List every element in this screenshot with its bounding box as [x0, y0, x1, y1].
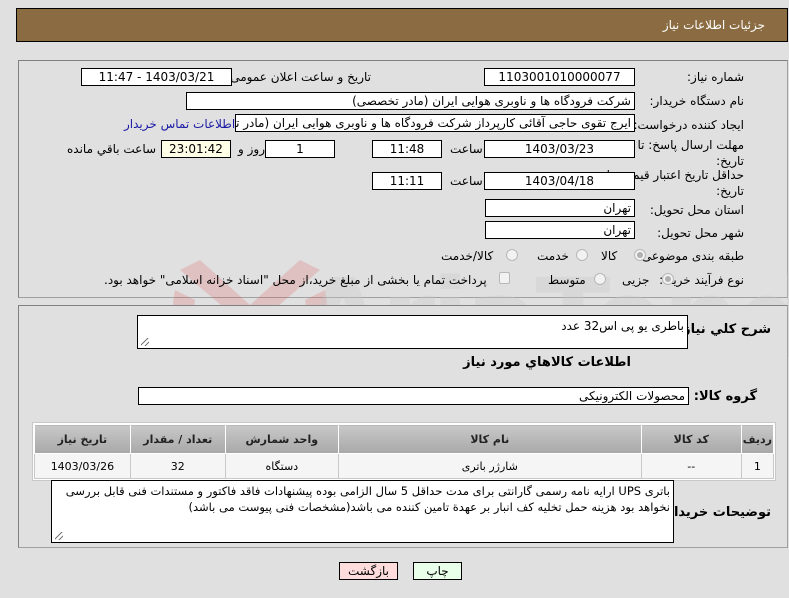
- category-radio-goods-service[interactable]: [506, 249, 518, 261]
- page-header: جزئیات اطلاعات نیاز: [16, 8, 788, 42]
- print-button[interactable]: چاپ: [413, 562, 462, 580]
- resize-grip-icon[interactable]: [141, 338, 149, 346]
- col-qty: تعداد / مقدار: [129, 424, 226, 454]
- need-number-label: شماره نیاز:: [687, 70, 744, 84]
- province-field: تهران: [485, 199, 635, 217]
- category-option-service: خدمت: [537, 249, 569, 263]
- buyer-notes-textarea[interactable]: باتری UPS ارایه نامه رسمی گارانتی برای م…: [51, 480, 674, 543]
- cell-date: 1403/03/26: [34, 453, 131, 479]
- need-number-field: 1103001010000077: [484, 68, 635, 86]
- reply-deadline-label: مهلت ارسال پاسخ: تا: [637, 138, 744, 152]
- buyer-notes-label: توضیحات خریدار:: [661, 505, 771, 520]
- description-label: شرح کلي نياز:: [677, 322, 771, 337]
- treasury-note: پرداخت تمام یا بخشی از مبلغ خرید،از محل …: [104, 273, 487, 287]
- description-text: باطری یو پی اس32 عدد: [561, 319, 684, 333]
- province-label: استان محل تحویل:: [649, 203, 744, 217]
- buyer-org-label: نام دستگاه خریدار:: [649, 94, 745, 108]
- price-validity-time-field: 11:11: [372, 172, 442, 190]
- col-name: نام کالا: [337, 424, 642, 454]
- reply-deadline-time-field: 11:48: [372, 140, 442, 158]
- purchase-type-radio-medium[interactable]: [594, 273, 606, 285]
- requester-label: ایجاد کننده درخواست:: [633, 118, 744, 132]
- purchase-type-option-medium: متوسط: [548, 273, 586, 287]
- col-unit: واحد شمارش: [224, 424, 339, 454]
- back-button[interactable]: بازگشت: [339, 562, 398, 580]
- description-textarea[interactable]: باطری یو پی اس32 عدد: [137, 315, 688, 349]
- resize-grip-icon[interactable]: [55, 532, 63, 540]
- items-table: ردیف کد کالا نام کالا واحد شمارش تعداد /…: [34, 424, 775, 479]
- remaining-time-label: ساعت باقي مانده: [67, 142, 157, 156]
- col-code: کد کالا: [640, 424, 742, 454]
- col-date: تاریخ نیاز: [34, 424, 131, 454]
- table-row: 1 -- شارژر باتری دستگاه 32 1403/03/26: [34, 453, 775, 479]
- category-label: طبقه بندی موضوعی:: [637, 249, 744, 263]
- goods-group-field: محصولات الکترونیکی: [138, 387, 689, 405]
- requester-field: ایرج تقوی حاجی آقائی کارپرداز شرکت فرودگ…: [235, 114, 635, 132]
- treasury-checkbox[interactable]: [499, 272, 510, 284]
- purchase-type-option-minor: جزیی: [622, 273, 650, 287]
- city-field: تهران: [485, 221, 635, 239]
- cell-qty: 32: [129, 453, 226, 479]
- buyer-contact-link[interactable]: اطلاعات تماس خریدار: [124, 117, 235, 131]
- city-label: شهر محل تحویل:: [657, 226, 744, 240]
- page-title: جزئیات اطلاعات نیاز: [662, 18, 765, 32]
- cell-row: 1: [740, 453, 775, 479]
- cell-unit: دستگاه: [224, 453, 339, 479]
- remaining-days-field: 1: [265, 140, 335, 158]
- col-row: ردیف: [740, 424, 775, 454]
- goods-section-title: اطلاعات کالاهاي مورد نياز: [463, 355, 631, 370]
- reply-deadline-date-field: 1403/03/23: [484, 140, 635, 158]
- purchase-type-radio-minor[interactable]: [662, 273, 674, 285]
- price-validity-label-date: تاریخ:: [716, 184, 744, 198]
- price-validity-time-label: ساعت: [450, 174, 483, 188]
- category-option-goods: کالا: [601, 249, 618, 263]
- announce-datetime-label: تاریخ و ساعت اعلان عمومی:: [226, 70, 371, 84]
- reply-deadline-label-date: تاریخ:: [716, 154, 744, 168]
- remaining-days-label: روز و: [238, 142, 265, 156]
- price-validity-date-field: 1403/04/18: [484, 172, 635, 190]
- items-table-header: ردیف کد کالا نام کالا واحد شمارش تعداد /…: [34, 424, 775, 454]
- category-radio-service[interactable]: [576, 249, 588, 261]
- category-option-goods-service: کالا/خدمت: [441, 249, 494, 263]
- cell-name: شارژر باتری: [337, 453, 642, 479]
- cell-code: --: [640, 453, 742, 479]
- remaining-time-field: 23:01:42: [161, 140, 231, 158]
- buyer-notes-text: باتری UPS ارایه نامه رسمی گارانتی برای م…: [65, 484, 670, 514]
- announce-datetime-field: 1403/03/21 - 11:47: [81, 68, 232, 86]
- goods-group-label: گروه کالا:: [693, 389, 757, 404]
- items-table-wrapper: ردیف کد کالا نام کالا واحد شمارش تعداد /…: [32, 422, 776, 481]
- category-radio-goods[interactable]: [634, 249, 646, 261]
- buyer-org-field: شرکت فرودگاه ها و ناوبری هوایی ایران (ما…: [186, 92, 635, 110]
- reply-deadline-time-label: ساعت: [450, 142, 483, 156]
